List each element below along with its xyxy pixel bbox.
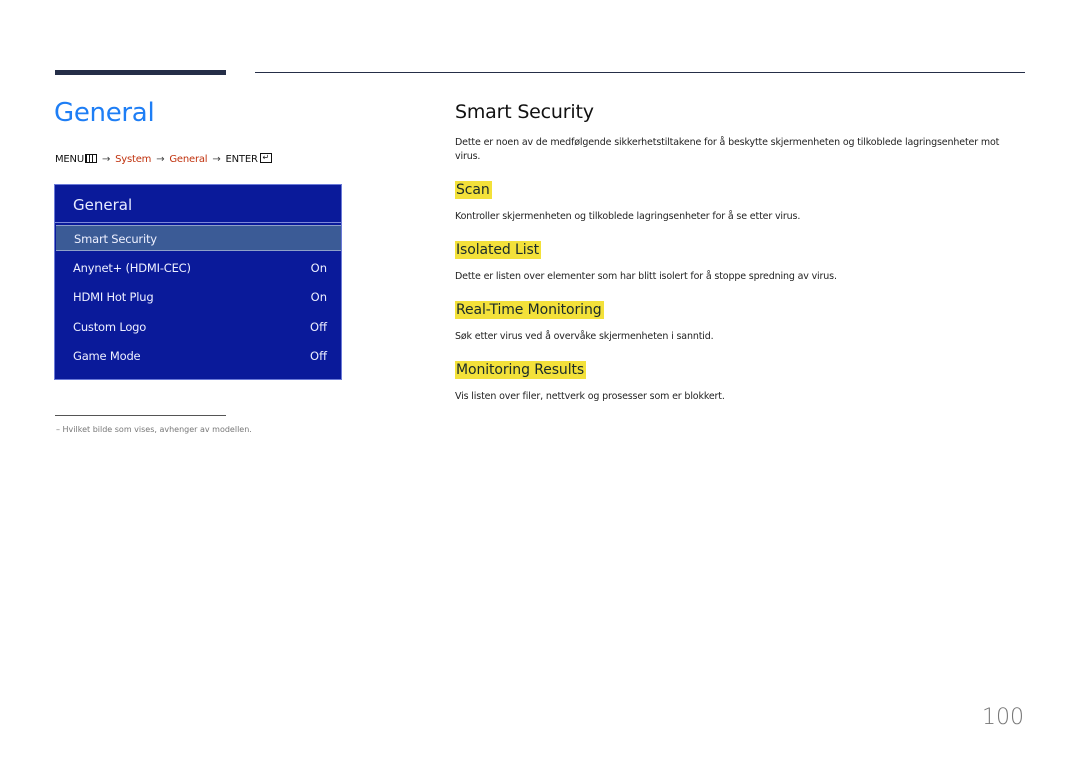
menu-item-value: On: [310, 290, 327, 304]
breadcrumb-enter: ENTER: [225, 154, 258, 165]
header-rule-thick: [55, 70, 226, 75]
subsection-desc-scan: Kontroller skjermenheten og tilkoblede l…: [455, 211, 801, 222]
arrow-icon: →: [156, 154, 165, 165]
menu-item-game-mode[interactable]: Game Mode Off: [55, 343, 341, 369]
subsection-desc-monitoring-results: Vis listen over filer, nettverk og prose…: [455, 391, 725, 402]
menu-header: General: [55, 185, 341, 223]
osd-menu-panel: General Smart Security Anynet+ (HDMI-CEC…: [54, 184, 342, 380]
menu-item-value: Off: [310, 320, 327, 334]
menu-item-label: HDMI Hot Plug: [73, 290, 154, 304]
breadcrumb-menu: MENU: [55, 154, 84, 165]
breadcrumb: MENU → System → General → ENTER ↵: [55, 153, 272, 165]
arrow-icon: →: [212, 154, 221, 165]
menu-item-custom-logo[interactable]: Custom Logo Off: [55, 314, 341, 340]
menu-item-label: Custom Logo: [73, 320, 147, 334]
menu-item-hdmi-hot-plug[interactable]: HDMI Hot Plug On: [55, 284, 341, 310]
page-number: 100: [982, 705, 1024, 730]
section-title: Smart Security: [455, 101, 594, 123]
subsection-desc-isolated-list: Dette er listen over elementer som har b…: [455, 271, 837, 282]
enter-icon: ↵: [259, 153, 272, 163]
menu-item-smart-security[interactable]: Smart Security: [56, 225, 341, 251]
arrow-icon: →: [101, 154, 111, 165]
menu-item-anynet[interactable]: Anynet+ (HDMI-CEC) On: [55, 255, 341, 281]
menu-grid-icon: [84, 153, 97, 163]
subsection-desc-real-time-monitoring: Søk etter virus ved å overvåke skjermenh…: [455, 331, 714, 342]
intro-text: Dette er noen av de medfølgende sikkerhe…: [455, 137, 1000, 162]
breadcrumb-system: System: [115, 154, 152, 165]
page-title: General: [54, 98, 155, 128]
header-rule-thin: [255, 72, 1025, 73]
menu-item-value: Off: [310, 349, 327, 363]
menu-item-label: Anynet+ (HDMI-CEC): [73, 261, 191, 275]
footnote-divider: [55, 415, 226, 416]
subsection-title-monitoring-results: Monitoring Results: [455, 361, 587, 379]
subsection-title-scan: Scan: [455, 181, 492, 199]
breadcrumb-general: General: [169, 154, 208, 165]
subsection-title-real-time-monitoring: Real-Time Monitoring: [455, 301, 604, 319]
menu-item-label: Smart Security: [74, 232, 157, 246]
footnote: – Hvilket bilde som vises, avhenger av m…: [56, 425, 252, 434]
menu-item-label: Game Mode: [73, 349, 141, 363]
menu-title: General: [73, 196, 133, 214]
subsection-title-isolated-list: Isolated List: [455, 241, 542, 259]
menu-item-value: On: [310, 261, 327, 275]
